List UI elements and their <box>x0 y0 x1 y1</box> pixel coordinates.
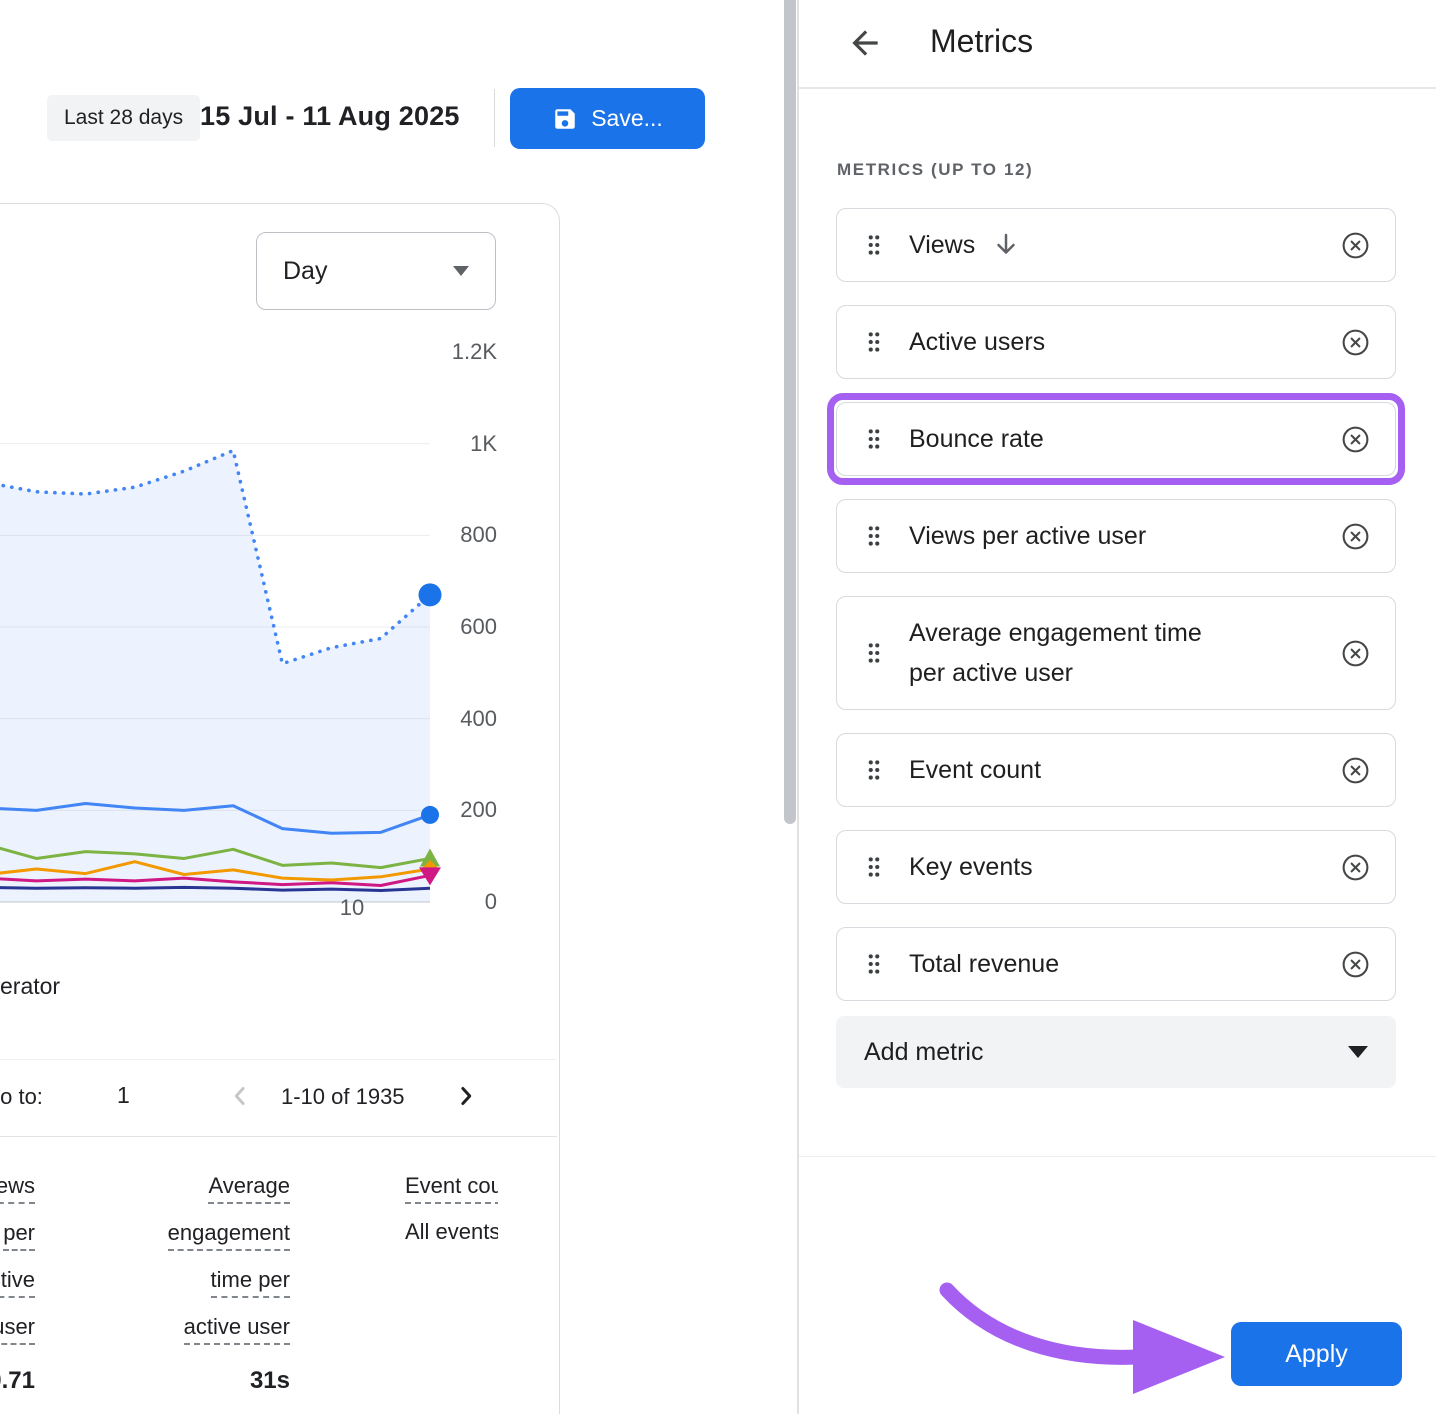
back-button[interactable] <box>843 21 887 65</box>
chevron-down-icon <box>453 266 469 276</box>
prev-page-button[interactable] <box>224 1080 256 1112</box>
app-window: Last 28 days 15 Jul - 11 Aug 2025 Save..… <box>0 0 1436 1414</box>
panel-separator <box>797 0 799 1414</box>
drag-handle-icon[interactable] <box>861 951 887 977</box>
remove-metric-button[interactable] <box>1340 327 1371 358</box>
save-button-label: Save... <box>591 105 663 132</box>
footer-divider <box>799 1156 1436 1157</box>
arrow-left-icon <box>846 24 884 62</box>
header-divider <box>494 89 495 147</box>
remove-metric-button[interactable] <box>1340 638 1371 669</box>
add-metric-label: Add metric <box>864 1038 983 1067</box>
remove-metric-button[interactable] <box>1340 755 1371 786</box>
granularity-value: Day <box>283 257 327 286</box>
next-page-button[interactable] <box>450 1080 482 1112</box>
column-header-views-per-active-user[interactable]: Views per active user <box>0 1165 35 1353</box>
go-to-label: Go to: <box>0 1084 43 1110</box>
metric-chip-bounce-rate[interactable]: Bounce rate <box>836 402 1396 476</box>
annotation-arrow <box>925 1262 1245 1412</box>
save-icon <box>552 106 578 132</box>
metric-label: Views <box>909 225 975 265</box>
remove-metric-button[interactable] <box>1340 230 1371 261</box>
cell-views-per-active-user: 0.71 <box>0 1367 35 1395</box>
metric-label: Event count <box>909 750 1041 790</box>
metric-list: Views Active users Bounce rate Views per ac… <box>836 208 1396 1024</box>
drag-handle-icon[interactable] <box>861 329 887 355</box>
triangle-down-icon <box>1348 1046 1368 1058</box>
cell-avg-engagement-time: 31s <box>128 1367 290 1395</box>
granularity-select[interactable]: Day <box>256 232 496 310</box>
remove-metric-button[interactable] <box>1340 949 1371 980</box>
add-metric-dropdown[interactable]: Add metric <box>836 1016 1396 1088</box>
sort-arrow-down-icon <box>991 230 1021 260</box>
clipped-text: erator <box>0 973 60 1000</box>
date-preset-chip[interactable]: Last 28 days <box>47 95 200 141</box>
metric-label: Views per active user <box>909 516 1146 556</box>
column-subheader-all-events: All events <box>405 1212 498 1252</box>
drag-handle-icon[interactable] <box>861 426 887 452</box>
remove-metric-button[interactable] <box>1340 852 1371 883</box>
metric-label: Average engagement time per active user <box>909 613 1239 693</box>
pagination-range-label: 1-10 of 1935 <box>281 1084 405 1110</box>
drag-handle-icon[interactable] <box>861 232 887 258</box>
panel-header-border <box>799 87 1436 89</box>
save-button[interactable]: Save... <box>510 88 705 149</box>
metric-label: Active users <box>909 322 1045 362</box>
metric-chip-views[interactable]: Views <box>836 208 1396 282</box>
column-header-avg-engagement-time[interactable]: Average engagement time per active user <box>128 1165 290 1353</box>
metric-chip-event-count[interactable]: Event count <box>836 733 1396 807</box>
remove-metric-button[interactable] <box>1340 424 1371 455</box>
chevron-right-icon <box>451 1081 481 1111</box>
drag-handle-icon[interactable] <box>861 523 887 549</box>
chart-canvas <box>0 332 430 912</box>
column-header-event-count[interactable]: Event count All events <box>405 1165 498 1252</box>
remove-metric-button[interactable] <box>1340 521 1371 552</box>
drag-handle-icon[interactable] <box>861 757 887 783</box>
drag-handle-icon[interactable] <box>861 640 887 666</box>
drag-handle-icon[interactable] <box>861 854 887 880</box>
metric-label: Total revenue <box>909 944 1059 984</box>
metric-label: Bounce rate <box>909 419 1044 459</box>
metric-chip-active-users[interactable]: Active users <box>836 305 1396 379</box>
metric-chip-average-engagement-time-per-active-user[interactable]: Average engagement time per active user <box>836 596 1396 710</box>
metric-label: Key events <box>909 847 1033 887</box>
date-range-text[interactable]: 15 Jul - 11 Aug 2025 <box>200 101 460 132</box>
pagination-divider <box>0 1059 556 1060</box>
metric-chip-key-events[interactable]: Key events <box>836 830 1396 904</box>
apply-button[interactable]: Apply <box>1231 1322 1402 1386</box>
metric-chip-views-per-active-user[interactable]: Views per active user <box>836 499 1396 573</box>
scrollbar-thumb[interactable] <box>784 0 796 824</box>
metric-chip-total-revenue[interactable]: Total revenue <box>836 927 1396 1001</box>
metrics-section-label: METRICS (UP TO 12) <box>837 160 1033 180</box>
x-axis-tick: 10 <box>330 895 374 921</box>
table-divider <box>0 1136 557 1137</box>
chevron-left-icon <box>225 1081 255 1111</box>
panel-title: Metrics <box>930 23 1033 60</box>
page-input[interactable]: 1 <box>117 1082 130 1109</box>
